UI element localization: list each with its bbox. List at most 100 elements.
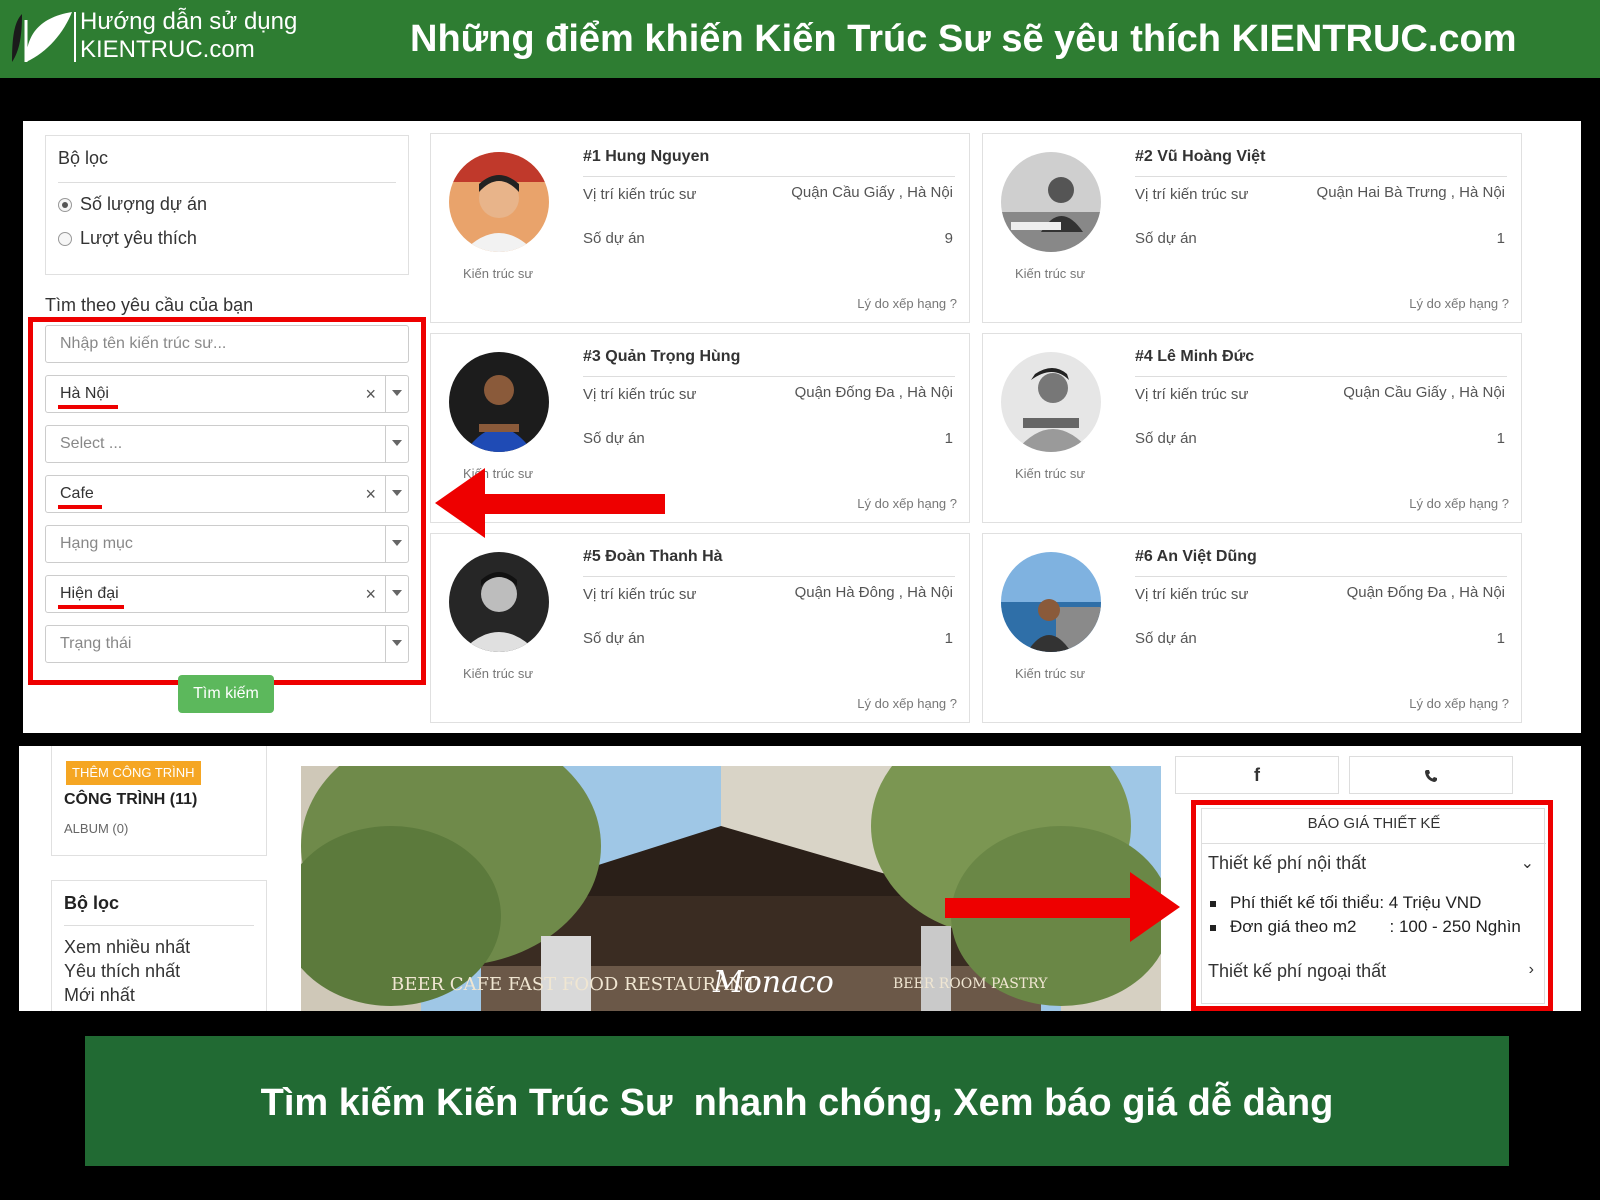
radio-checked-icon[interactable]	[58, 197, 72, 212]
projects-label: Số dự án	[1135, 430, 1197, 447]
location: Quận Cầu Giấy , Hà Nội	[791, 184, 953, 201]
header-bar: Hướng dẫn sử dụng KIENTRUC.com Những điể…	[0, 0, 1600, 78]
avatar[interactable]	[449, 152, 549, 252]
projects-label: Số dự án	[583, 230, 645, 247]
logo-line1: Hướng dẫn sử dụng	[80, 8, 298, 35]
logo-divider	[74, 12, 76, 62]
filter-most-liked[interactable]: Yêu thích nhất	[64, 961, 180, 982]
filter-most-viewed[interactable]: Xem nhiều nhất	[64, 937, 190, 958]
projects-label: Số dự án	[1135, 230, 1197, 247]
projects-count: 9	[944, 230, 953, 247]
photo-sign-text: BEER CAFE FAST FOOD RESTAURANT	[391, 974, 757, 995]
photo-sign-right-text: BEER ROOM PASTRY	[893, 976, 1048, 992]
projects-box: THÊM CÔNG TRÌNH CÔNG TRÌNH (11) ALBUM (0…	[51, 746, 267, 856]
radio-sort-projects[interactable]: Số lượng dự án	[58, 194, 207, 215]
footer-banner: Tìm kiếm Kiến Trúc Sư nhanh chóng, Xem b…	[85, 1036, 1509, 1166]
footer-caption: Tìm kiếm Kiến Trúc Sư nhanh chóng, Xem b…	[260, 1082, 1334, 1124]
ranking-reason-link[interactable]: Lý do xếp hạng ?	[1409, 296, 1509, 311]
avatar[interactable]	[449, 552, 549, 652]
highlight-box-quote	[1191, 800, 1553, 1011]
search-label: Tìm theo yêu cầu của bạn	[45, 295, 254, 315]
phone-icon	[1425, 770, 1437, 783]
profile-filter-box: Bộ lọc Xem nhiều nhất Yêu thích nhất Mới…	[51, 880, 267, 1011]
facebook-icon: f	[1254, 765, 1260, 785]
architect-search-screenshot: Bộ lọc Số lượng dự án Lượt yêu thích Tìm…	[23, 121, 1581, 733]
projects-label: Số dự án	[1135, 630, 1197, 647]
photo-brand-text: Monaco	[712, 965, 834, 1000]
filter-title: Bộ lọc	[64, 893, 120, 913]
location: Quận Hà Đông , Hà Nội	[794, 584, 953, 601]
filter-newest[interactable]: Mới nhất	[64, 985, 135, 1006]
architect-name[interactable]: #4 Lê Minh Đức	[1135, 348, 1254, 366]
radio-sort-likes[interactable]: Lượt yêu thích	[58, 228, 197, 249]
projects-count: 1	[944, 630, 953, 647]
position-label: Vị trí kiến trúc sư	[583, 186, 697, 203]
role-label: Kiến trúc sư	[1015, 666, 1086, 681]
divider	[1135, 576, 1507, 577]
album-link[interactable]: ALBUM (0)	[64, 821, 128, 836]
facebook-button[interactable]: f	[1175, 756, 1339, 794]
avatar[interactable]	[1001, 352, 1101, 452]
position-label: Vị trí kiến trúc sư	[1135, 586, 1249, 603]
architect-name[interactable]: #3 Quản Trọng Hùng	[583, 348, 740, 366]
avatar[interactable]	[1001, 552, 1101, 652]
projects-title[interactable]: CÔNG TRÌNH (11)	[64, 791, 197, 809]
divider	[58, 182, 396, 183]
ranking-reason-link[interactable]: Lý do xếp hạng ?	[857, 696, 957, 711]
role-label: Kiến trúc sư	[1015, 266, 1086, 281]
avatar[interactable]	[449, 352, 549, 452]
radio-label: Lượt yêu thích	[80, 228, 197, 248]
highlight-box-search	[28, 317, 426, 685]
filter-title: Bộ lọc	[58, 148, 109, 168]
ranking-reason-link[interactable]: Lý do xếp hạng ?	[1409, 696, 1509, 711]
search-button[interactable]: Tìm kiếm	[178, 675, 274, 713]
add-project-button[interactable]: THÊM CÔNG TRÌNH	[66, 761, 201, 785]
divider	[1135, 176, 1507, 177]
kientruc-logo-icon	[12, 12, 72, 62]
architect-card[interactable]: Kiến trúc sư #4 Lê Minh Đức Vị trí kiến …	[982, 333, 1522, 523]
position-label: Vị trí kiến trúc sư	[1135, 186, 1249, 203]
projects-count: 1	[1496, 230, 1505, 247]
role-label: Kiến trúc sư	[1015, 466, 1086, 481]
divider	[583, 576, 955, 577]
avatar[interactable]	[1001, 152, 1101, 252]
ranking-reason-link[interactable]: Lý do xếp hạng ?	[1409, 496, 1509, 511]
location: Quận Hai Bà Trưng , Hà Nội	[1316, 184, 1505, 201]
logo-text: Hướng dẫn sử dụng KIENTRUC.com	[80, 8, 297, 64]
projects-count: 1	[1496, 430, 1505, 447]
architect-profile-screenshot: THÊM CÔNG TRÌNH CÔNG TRÌNH (11) ALBUM (0…	[19, 746, 1581, 1011]
architect-name[interactable]: #6 An Việt Dũng	[1135, 548, 1257, 566]
architect-card[interactable]: Kiến trúc sư #2 Vũ Hoàng Việt Vị trí kiế…	[982, 133, 1522, 323]
radio-label: Số lượng dự án	[80, 194, 207, 214]
logo-line2: KIENTRUC.com	[80, 36, 255, 63]
ranking-reason-link[interactable]: Lý do xếp hạng ?	[857, 496, 957, 511]
location: Quận Đống Đa , Hà Nội	[794, 384, 953, 401]
position-label: Vị trí kiến trúc sư	[1135, 386, 1249, 403]
projects-label: Số dự án	[583, 430, 645, 447]
sort-filter-box: Bộ lọc Số lượng dự án Lượt yêu thích	[45, 135, 409, 275]
architect-name[interactable]: #5 Đoàn Thanh Hà	[583, 548, 723, 566]
arrow-right-icon	[945, 872, 1180, 942]
role-label: Kiến trúc sư	[463, 266, 534, 281]
divider	[1135, 376, 1507, 377]
architect-card[interactable]: Kiến trúc sư #6 An Việt Dũng Vị trí kiến…	[982, 533, 1522, 723]
arrow-left-icon	[435, 468, 665, 538]
phone-button[interactable]	[1349, 756, 1513, 794]
architect-card[interactable]: Kiến trúc sư #1 Hung Nguyen Vị trí kiến …	[430, 133, 970, 323]
header-title: Những điểm khiến Kiến Trúc Sư sẽ yêu thí…	[410, 18, 1517, 60]
location: Quận Cầu Giấy , Hà Nội	[1343, 384, 1505, 401]
role-label: Kiến trúc sư	[463, 666, 534, 681]
architect-card[interactable]: Kiến trúc sư #5 Đoàn Thanh Hà Vị trí kiế…	[430, 533, 970, 723]
position-label: Vị trí kiến trúc sư	[583, 586, 697, 603]
projects-count: 1	[1496, 630, 1505, 647]
divider	[583, 176, 955, 177]
architect-name[interactable]: #2 Vũ Hoàng Việt	[1135, 148, 1265, 166]
architect-name[interactable]: #1 Hung Nguyen	[583, 148, 709, 166]
position-label: Vị trí kiến trúc sư	[583, 386, 697, 403]
location: Quận Đống Đa , Hà Nội	[1346, 584, 1505, 601]
ranking-reason-link[interactable]: Lý do xếp hạng ?	[857, 296, 957, 311]
radio-unchecked-icon[interactable]	[58, 231, 72, 246]
projects-label: Số dự án	[583, 630, 645, 647]
projects-count: 1	[944, 430, 953, 447]
divider	[64, 925, 254, 926]
